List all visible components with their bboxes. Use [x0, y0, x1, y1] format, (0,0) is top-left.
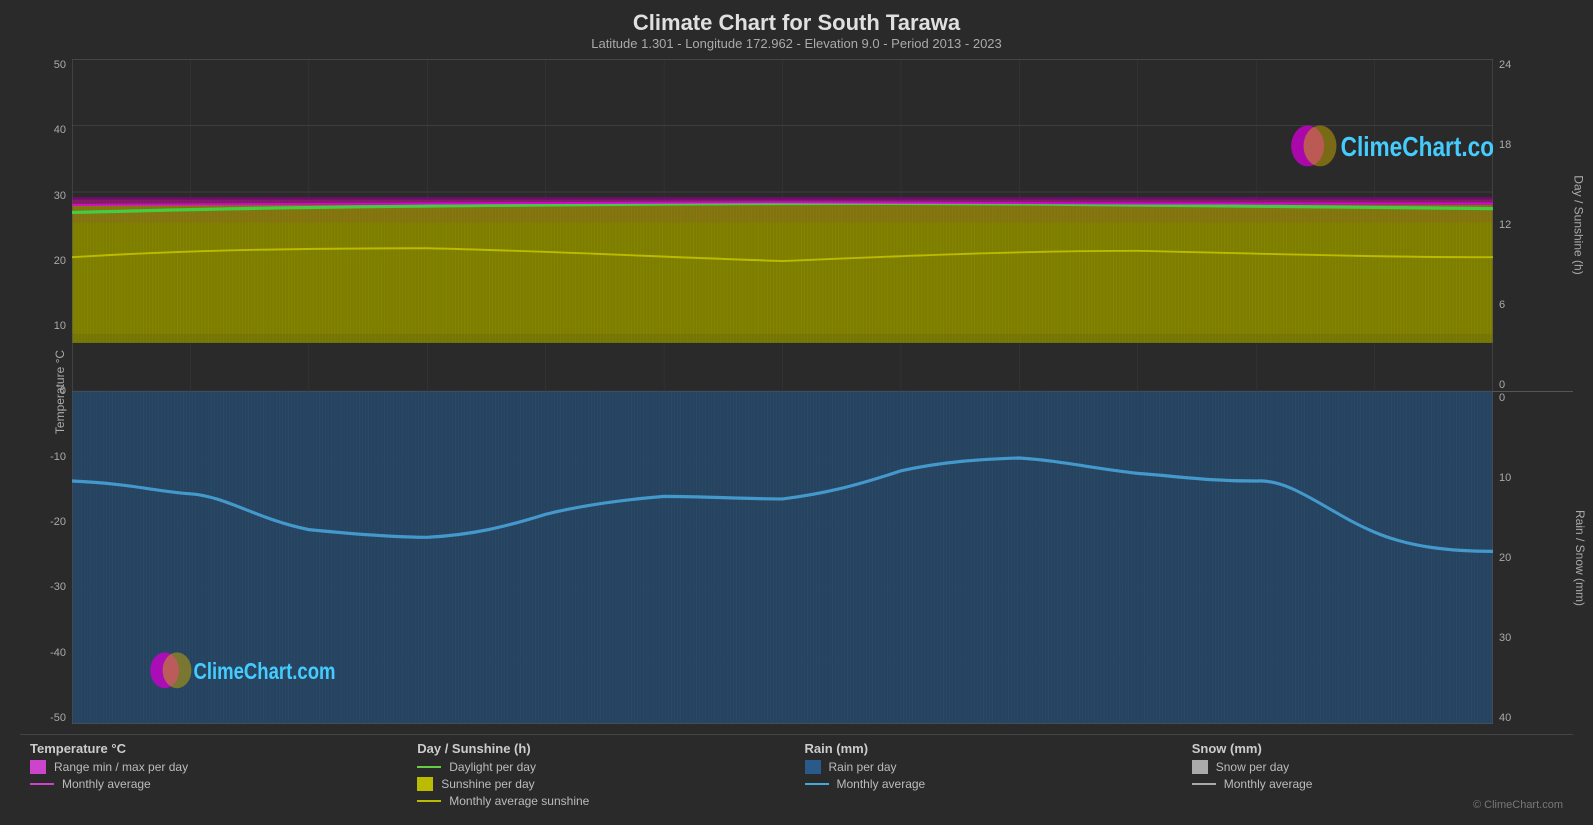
legend-snow-avg: Monthly average — [1192, 777, 1563, 791]
legend-rain-title: Rain (mm) — [805, 741, 1176, 756]
legend-rain-per-day-label: Rain per day — [829, 760, 897, 774]
legend-daylight-icon — [417, 766, 441, 768]
legend-temperature: Temperature °C Range min / max per day M… — [30, 741, 401, 811]
y-right-bot-0: 0 — [1499, 392, 1573, 404]
legend-temp-title: Temperature °C — [30, 741, 401, 756]
legend-rain-box-icon — [805, 760, 821, 774]
legend-rain: Rain (mm) Rain per day Monthly average — [805, 741, 1176, 811]
svg-text:ClimeChart.com: ClimeChart.com — [194, 659, 336, 684]
y-left-tick-n50: -50 — [50, 712, 66, 724]
legend-snow-per-day-label: Snow per day — [1216, 760, 1289, 774]
legend-temp-range-icon — [30, 760, 46, 774]
y-left-label: Temperature °C — [53, 349, 67, 433]
legend-snow-avg-label: Monthly average — [1224, 777, 1313, 791]
legend-sunshine-avg-icon — [417, 800, 441, 802]
y-left-tick-20: 20 — [50, 255, 66, 267]
y-right-top-12: 12 — [1499, 219, 1573, 231]
legend-temp-avg: Monthly average — [30, 777, 401, 791]
legend-rain-avg: Monthly average — [805, 777, 1176, 791]
y-left-tick-n10: -10 — [50, 451, 66, 463]
chart-plot-area: ClimeChart.com ClimeChart.com Jan Feb Ma… — [72, 59, 1493, 724]
chart-svg: ClimeChart.com ClimeChart.com — [72, 59, 1493, 724]
legend-temp-range-label: Range min / max per day — [54, 760, 188, 774]
y-right-top-0: 0 — [1499, 379, 1573, 391]
y-left-tick-n20: -20 — [50, 516, 66, 528]
y-right-top-label: Day / Sunshine (h) — [1571, 176, 1585, 275]
svg-text:ClimeChart.com: ClimeChart.com — [1341, 132, 1493, 163]
legend-snow: Snow (mm) Snow per day Monthly average ©… — [1192, 741, 1563, 811]
y-right-bot-30: 30 — [1499, 632, 1573, 644]
y-right-bot-10: 10 — [1499, 472, 1573, 484]
chart-subtitle: Latitude 1.301 - Longitude 172.962 - Ele… — [20, 36, 1573, 51]
legend-snow-per-day: Snow per day — [1192, 760, 1563, 774]
y-left-tick-50: 50 — [50, 59, 66, 71]
legend-daylight: Daylight per day — [417, 760, 788, 774]
y-left-tick-10: 10 — [50, 320, 66, 332]
legend-sunshine-avg-label: Monthly average sunshine — [449, 794, 589, 808]
legend-snow-title: Snow (mm) — [1192, 741, 1563, 756]
legend-sunshine: Day / Sunshine (h) Daylight per day Suns… — [417, 741, 788, 811]
legend-sunshine-per-day: Sunshine per day — [417, 777, 788, 791]
y-left-tick-30: 30 — [50, 190, 66, 202]
legend-temp-avg-icon — [30, 783, 54, 785]
y-right-top-24: 24 — [1499, 59, 1573, 71]
y-right-bot-20: 20 — [1499, 552, 1573, 564]
y-left-tick-40: 40 — [50, 124, 66, 136]
chart-title: Climate Chart for South Tarawa — [20, 10, 1573, 36]
chart-header: Climate Chart for South Tarawa Latitude … — [20, 10, 1573, 51]
legend-sunshine-box-icon — [417, 777, 433, 791]
y-left-tick-n30: -30 — [50, 581, 66, 593]
legend-rain-avg-label: Monthly average — [837, 777, 926, 791]
legend-temp-range: Range min / max per day — [30, 760, 401, 774]
y-right-top-6: 6 — [1499, 299, 1573, 311]
legend-temp-avg-label: Monthly average — [62, 777, 151, 791]
legend-daylight-label: Daylight per day — [449, 760, 536, 774]
legend-area: Temperature °C Range min / max per day M… — [20, 734, 1573, 815]
y-right-bot-40: 40 — [1499, 712, 1573, 724]
legend-sun-title: Day / Sunshine (h) — [417, 741, 788, 756]
legend-rain-per-day: Rain per day — [805, 760, 1176, 774]
legend-snow-avg-icon — [1192, 783, 1216, 785]
legend-sunshine-avg: Monthly average sunshine — [417, 794, 788, 808]
y-right-bot-label: Rain / Snow (mm) — [1573, 510, 1587, 606]
y-right-top-18: 18 — [1499, 139, 1573, 151]
copyright-text: © ClimeChart.com — [1192, 799, 1563, 811]
legend-sunshine-per-day-label: Sunshine per day — [441, 777, 534, 791]
legend-snow-box-icon — [1192, 760, 1208, 774]
legend-rain-avg-icon — [805, 783, 829, 785]
y-left-tick-n40: -40 — [50, 647, 66, 659]
